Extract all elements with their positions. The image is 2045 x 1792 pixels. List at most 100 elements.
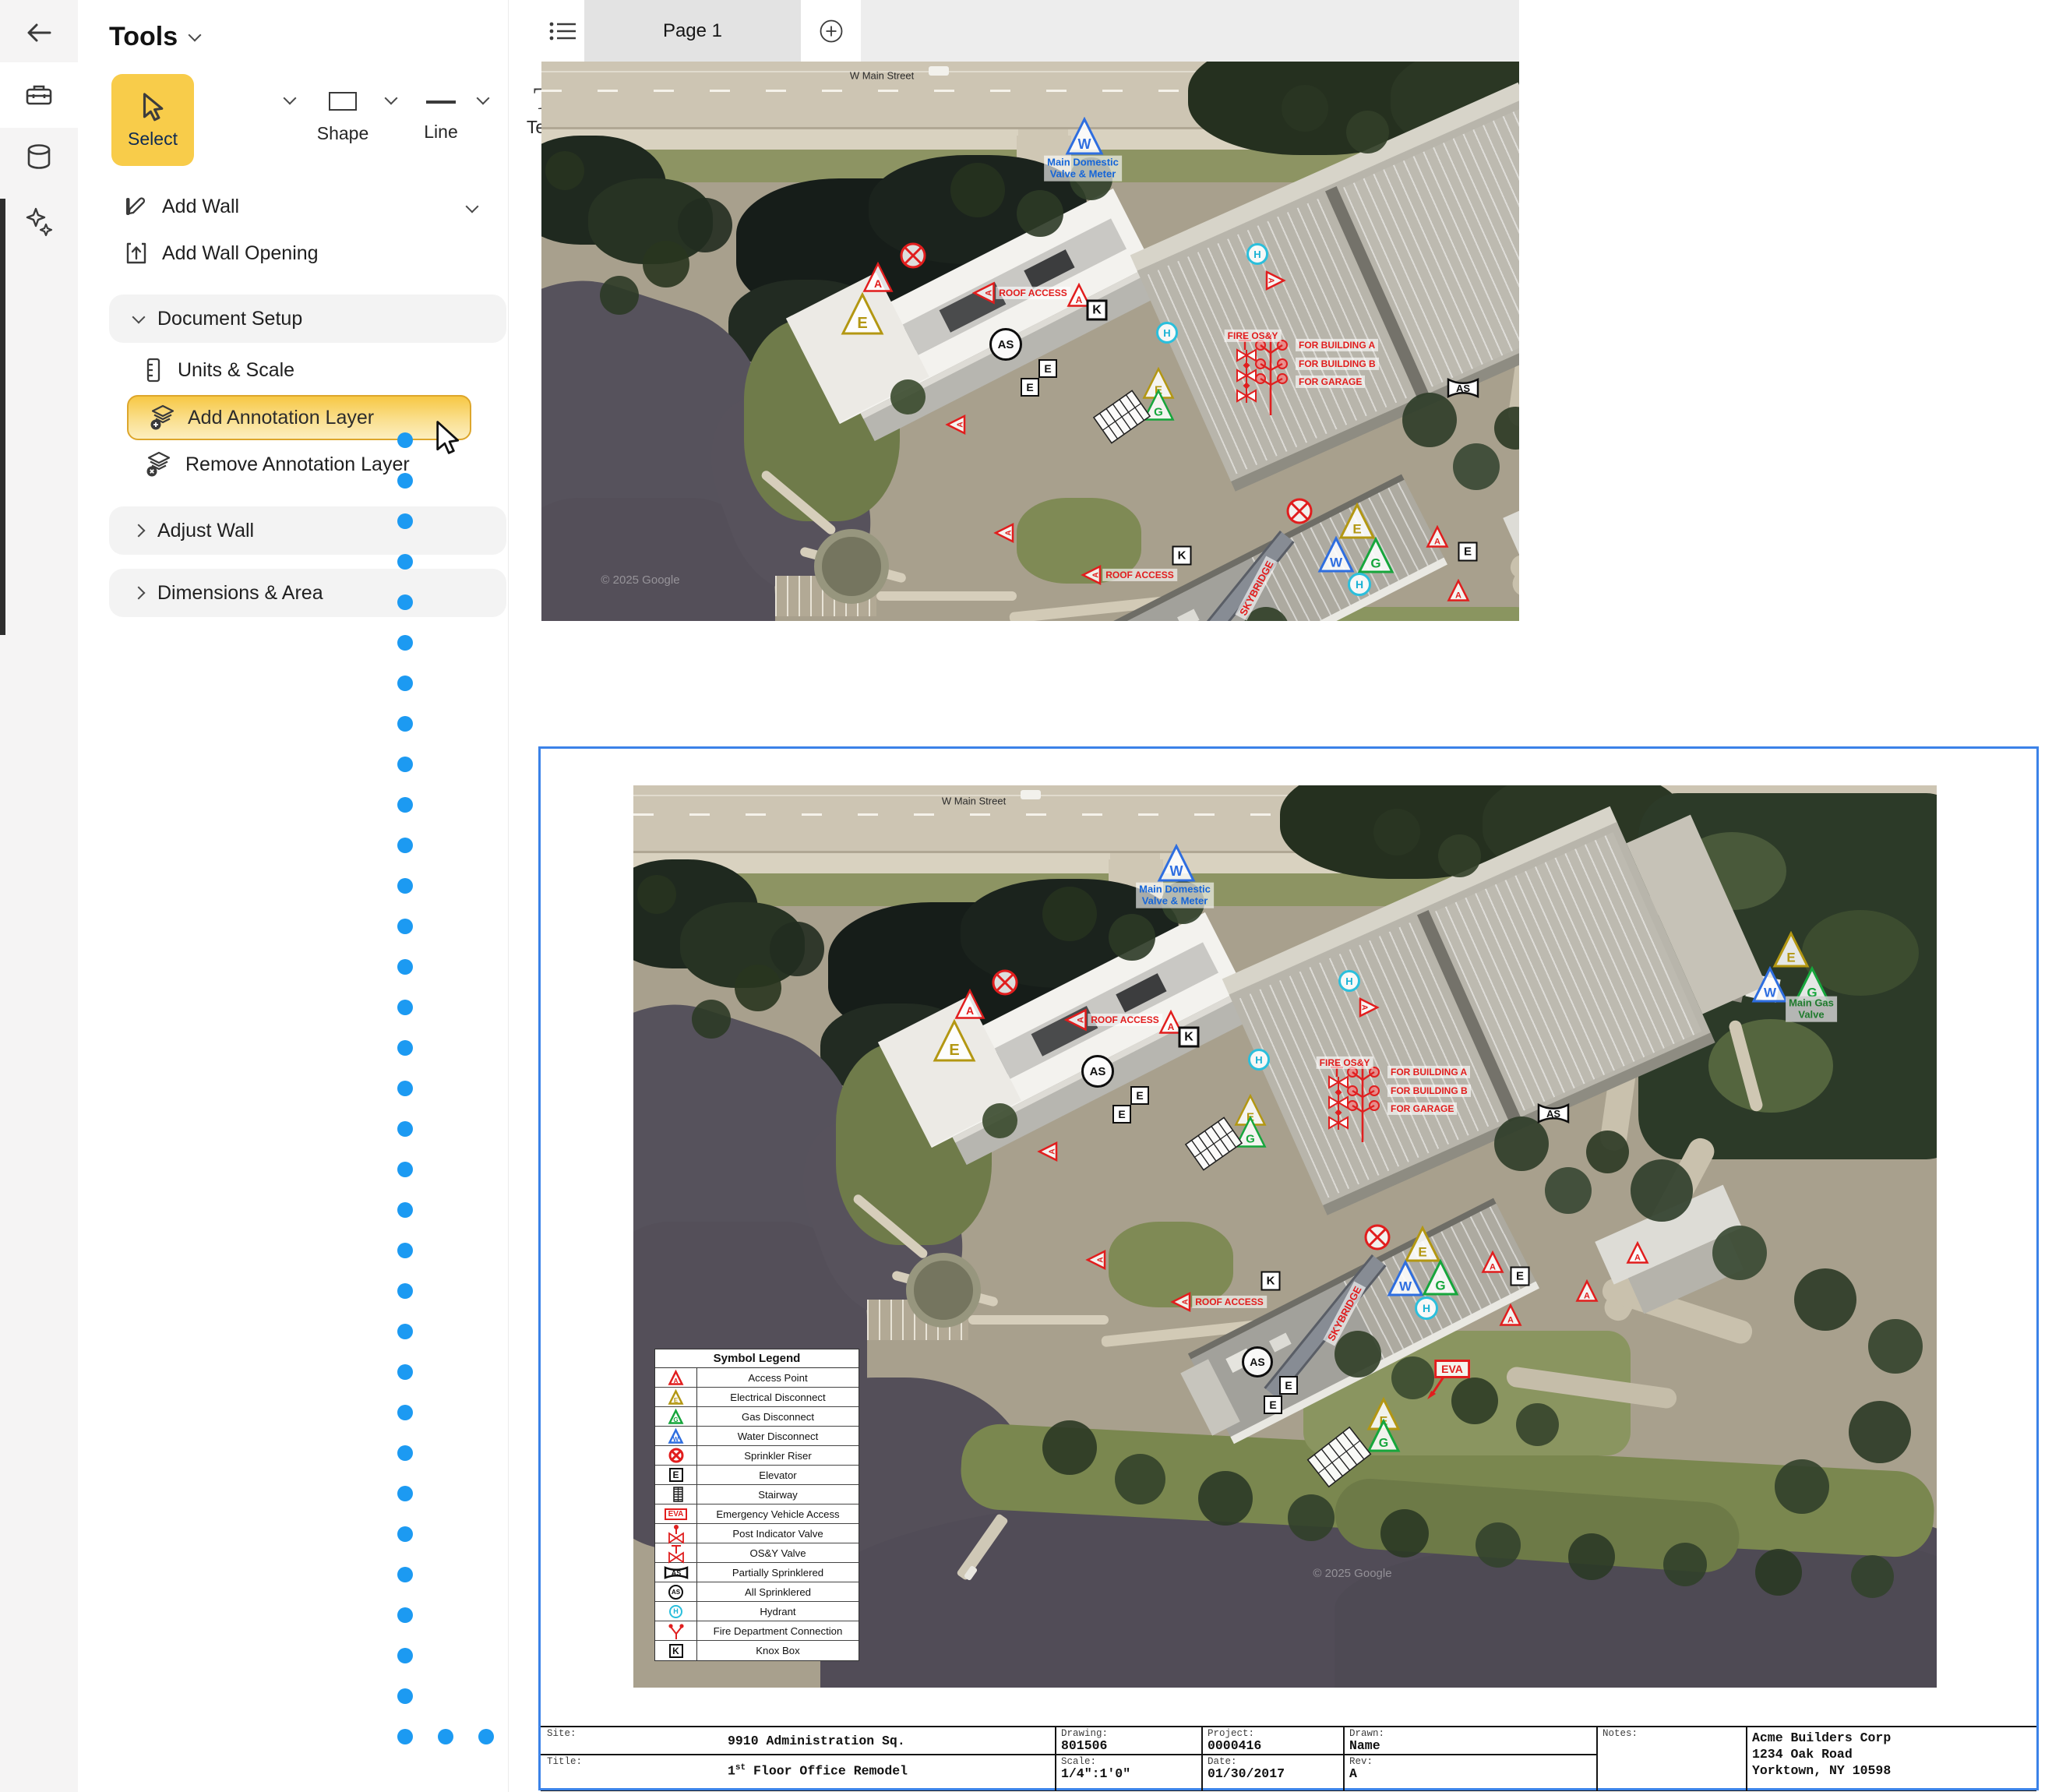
map-marker-triangle-A[interactable]: A	[972, 281, 996, 305]
trail-dot	[397, 473, 413, 489]
canvas-map-preview[interactable]: W Main StreetWMain Domestic Valve & Mete…	[541, 62, 1519, 621]
database-icon	[23, 142, 55, 173]
map-label[interactable]: W Main Street	[847, 69, 917, 82]
back-button[interactable]	[0, 0, 78, 65]
add-annotation-layer-item[interactable]: Add Annotation Layer	[127, 395, 471, 440]
adjust-wall-label: Adjust Wall	[157, 520, 254, 542]
line-dropdown-chevron-icon[interactable]	[477, 92, 490, 105]
trail-dot	[397, 716, 413, 732]
page-list-button[interactable]	[541, 0, 584, 62]
title-block-line	[1343, 1726, 1345, 1791]
add-wall-chevron-icon[interactable]	[466, 200, 479, 213]
map-marker-triangle-E[interactable]: E	[1338, 503, 1376, 540]
map-marker-triangle-A[interactable]: A	[994, 523, 1015, 544]
map-marker-hydrant[interactable]: H	[1156, 322, 1178, 344]
rail-item-tools[interactable]	[0, 62, 78, 128]
map-label[interactable]: ROOF ACCESS	[996, 287, 1070, 299]
map-label[interactable]: FOR BUILDING A	[1296, 339, 1378, 351]
select-dropdown-chevron-icon[interactable]	[284, 92, 297, 105]
map-marker-triangle-A[interactable]: A	[1447, 579, 1470, 602]
svg-text:E: E	[857, 315, 867, 332]
map-marker-triangle-A[interactable]: A	[946, 414, 967, 436]
svg-text:A: A	[874, 277, 882, 290]
map-marker-box-E[interactable]: E	[1038, 359, 1057, 378]
trail-dot	[438, 1729, 453, 1744]
rail-item-data[interactable]	[0, 125, 78, 190]
trail-dot	[397, 1081, 413, 1096]
map-marker-triangle-A[interactable]: A	[1265, 270, 1286, 291]
sparkles-icon	[23, 206, 55, 237]
map-label[interactable]: ROOF ACCESS	[1102, 569, 1177, 581]
map-marker-triangle-A[interactable]: A	[1426, 525, 1449, 549]
svg-text:W: W	[1330, 555, 1343, 570]
rev-label: Rev:	[1349, 1756, 1373, 1767]
trail-dot	[397, 959, 413, 975]
map-label[interactable]: SKYBRIDGE	[1235, 556, 1278, 620]
notes-label: Notes:	[1603, 1728, 1638, 1739]
map-label[interactable]: FOR GARAGE	[1296, 376, 1365, 388]
add-wall-item[interactable]: Add Wall	[123, 193, 481, 220]
map-marker-triangle-A[interactable]: A	[862, 262, 894, 293]
trail-dot	[397, 432, 413, 448]
title-block-line	[541, 1726, 2036, 1727]
cursor-icon	[138, 91, 167, 124]
map-marker-triangle-G[interactable]: G	[1357, 537, 1394, 574]
trail-dot	[397, 1688, 413, 1704]
adjust-wall-chevron-icon	[132, 524, 146, 538]
trail-dot	[397, 1040, 413, 1056]
drawn-value: Name	[1349, 1738, 1380, 1753]
units-scale-item[interactable]: Units & Scale	[142, 357, 477, 383]
toolbox-icon	[23, 79, 55, 111]
trail-dot	[397, 1567, 413, 1582]
group-adjust-wall[interactable]: Adjust Wall	[109, 506, 506, 555]
group-document-setup[interactable]: Document Setup	[109, 295, 506, 343]
map-marker-sprinkler-riser[interactable]	[899, 242, 927, 270]
tab-page-1[interactable]: Page 1	[584, 0, 801, 62]
group-dimensions-area[interactable]: Dimensions & Area	[109, 569, 506, 617]
trail-dot	[397, 1121, 413, 1137]
shape-dropdown-chevron-icon[interactable]	[385, 92, 398, 105]
map-marker-box-K[interactable]: K	[1087, 300, 1108, 321]
tools-header[interactable]: Tools	[109, 22, 199, 52]
map-marker-hydrant[interactable]: H	[1246, 243, 1268, 265]
trail-dot	[397, 1526, 413, 1542]
map-marker-sprinkler-riser[interactable]	[1285, 497, 1313, 525]
map-marker-triangle-W[interactable]: W	[1317, 536, 1355, 573]
select-tool-button[interactable]: Select	[111, 74, 194, 166]
map-marker-partially-sprinklered[interactable]: AS	[1447, 377, 1479, 399]
map-marker-box-E[interactable]: E	[1458, 542, 1478, 562]
trail-dot	[397, 1162, 413, 1177]
rail-item-assist[interactable]	[0, 189, 78, 254]
layers-x-icon	[145, 450, 173, 478]
map-marker-triangle-A[interactable]: A	[1081, 565, 1102, 586]
add-wall-opening-item[interactable]: Add Wall Opening	[123, 240, 481, 266]
collapsed-panel-edge	[0, 199, 5, 635]
map-marker-all-sprinklered[interactable]: AS	[989, 328, 1022, 361]
remove-annotation-layer-item[interactable]: Remove Annotation Layer	[145, 450, 480, 478]
shape-tool-button[interactable]: Shape	[312, 86, 374, 144]
map-label[interactable]: FOR BUILDING B	[1296, 358, 1379, 370]
map-marker-hydrant[interactable]: H	[1348, 573, 1371, 596]
map-marker-box-K[interactable]: K	[1172, 546, 1192, 566]
trail-dot	[397, 1364, 413, 1380]
line-tool-button[interactable]: Line	[411, 86, 471, 143]
map-label[interactable]: Main Domestic Valve & Meter	[1044, 156, 1122, 182]
units-scale-label: Units & Scale	[178, 359, 294, 382]
map-marker-triangle-E[interactable]: E	[841, 292, 884, 336]
map-marker-box-E[interactable]: E	[1021, 378, 1039, 397]
svg-text:A: A	[985, 290, 994, 296]
title-block-line	[1055, 1726, 1056, 1791]
company-line: Acme Builders Corp	[1752, 1730, 1891, 1745]
svg-text:G: G	[1154, 405, 1163, 418]
site-value: 9910 Administration Sq.	[728, 1734, 905, 1748]
add-page-button[interactable]	[801, 0, 861, 62]
title-block-line	[1596, 1726, 1598, 1791]
document-page[interactable]: W Main StreetWMain Domestic Valve & Mete…	[538, 746, 2039, 1790]
map-label[interactable]: FIRE OS&Y	[1225, 330, 1282, 342]
tools-panel: Tools Select Shape Line T Text	[78, 0, 509, 1792]
add-annotation-layer-label: Add Annotation Layer	[188, 407, 374, 429]
map-marker-triangle-W[interactable]: W	[1065, 117, 1104, 156]
wall-opening-icon	[123, 240, 150, 266]
trail-dot	[397, 757, 413, 772]
title-block-line	[1201, 1726, 1203, 1791]
